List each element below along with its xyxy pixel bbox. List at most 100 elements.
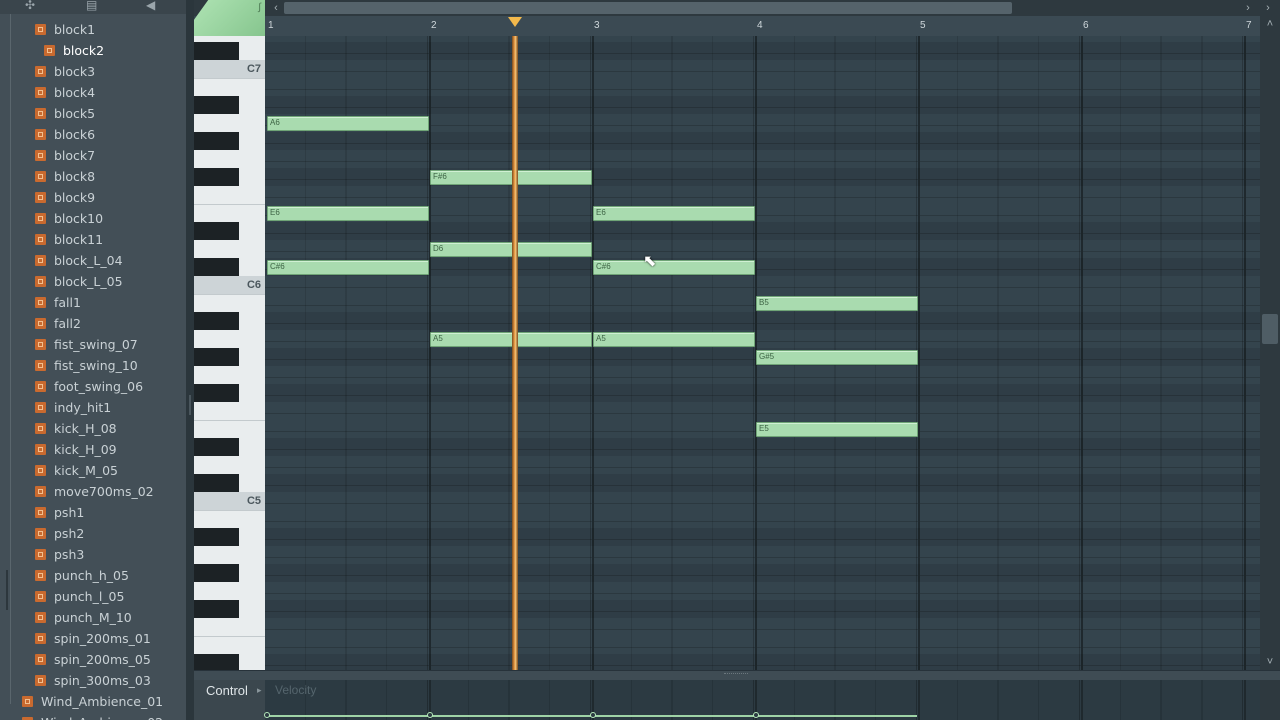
browser-item[interactable]: block_L_05 bbox=[35, 271, 123, 292]
control-arrow-icon[interactable]: ▸ bbox=[257, 685, 262, 696]
audio-clip-icon bbox=[35, 255, 46, 266]
browser-item[interactable]: psh2 bbox=[35, 523, 84, 544]
note[interactable]: G#5 bbox=[756, 350, 918, 365]
browser-item[interactable]: Wind_Ambience_02 bbox=[22, 712, 163, 720]
piano-keyboard[interactable]: C7 C6 C5 bbox=[194, 36, 265, 670]
black-key[interactable] bbox=[194, 96, 239, 114]
browser-item[interactable]: block3 bbox=[35, 61, 95, 82]
horizontal-scrollbar[interactable]: ‹ › › bbox=[194, 0, 1280, 16]
browser-toolbar: ✣ ▤ ◀ bbox=[0, 0, 186, 14]
browser-item[interactable]: indy_hit1 bbox=[35, 397, 111, 418]
vertical-scrollbar[interactable]: ˄ ˅ bbox=[1260, 16, 1280, 670]
note-label: G#5 bbox=[759, 352, 775, 361]
browser-item[interactable]: fall2 bbox=[35, 313, 81, 334]
scroll-down-icon[interactable]: ˅ bbox=[1260, 654, 1280, 670]
splitter-grip-icon[interactable] bbox=[724, 673, 748, 677]
browser-item[interactable]: block4 bbox=[35, 82, 95, 103]
note[interactable]: B5 bbox=[756, 296, 918, 311]
browser-item[interactable]: psh3 bbox=[35, 544, 84, 565]
black-key[interactable] bbox=[194, 222, 239, 240]
scroll-right-icon[interactable]: › bbox=[1240, 0, 1256, 16]
plugin-icon[interactable]: ✣ bbox=[25, 0, 35, 12]
tool-corner[interactable]: ∫ bbox=[194, 0, 265, 36]
black-key[interactable] bbox=[194, 312, 239, 330]
browser-item[interactable]: block6 bbox=[35, 124, 95, 145]
browser-item[interactable]: block11 bbox=[35, 229, 103, 250]
note-grid[interactable]: A6 E6 C#6 F#6 D6 A5 E6 C#6 A5 B5 G#5 E5 bbox=[265, 36, 1260, 670]
browser-item[interactable]: block1 bbox=[35, 19, 95, 40]
black-key-row bbox=[265, 564, 1260, 582]
velocity-handle[interactable] bbox=[753, 712, 759, 718]
browser-item[interactable]: punch_l_05 bbox=[35, 586, 124, 607]
browser-item[interactable]: block5 bbox=[35, 103, 95, 124]
horizontal-scroll-thumb[interactable] bbox=[284, 2, 1012, 14]
playhead-marker-icon[interactable] bbox=[507, 17, 522, 27]
black-key[interactable] bbox=[194, 384, 239, 402]
browser-item[interactable]: block2 bbox=[44, 40, 104, 61]
browser-item-label: block9 bbox=[54, 190, 96, 205]
audio-clip-icon bbox=[35, 486, 46, 497]
black-key[interactable] bbox=[194, 132, 239, 150]
note[interactable]: C#6 bbox=[593, 260, 755, 275]
black-key[interactable] bbox=[194, 528, 239, 546]
browser-item[interactable]: block8 bbox=[35, 166, 95, 187]
note[interactable]: E6 bbox=[593, 206, 755, 221]
browser-item[interactable]: spin_200ms_01 bbox=[35, 628, 151, 649]
black-key[interactable] bbox=[194, 348, 239, 366]
note[interactable]: E5 bbox=[756, 422, 918, 437]
browser-item[interactable]: fist_swing_10 bbox=[35, 355, 138, 376]
browser-item[interactable]: block_L_04 bbox=[35, 250, 123, 271]
browser-item[interactable]: fall1 bbox=[35, 292, 81, 313]
speaker-icon[interactable]: ◀ bbox=[146, 0, 155, 12]
bar-number: 6 bbox=[1083, 20, 1089, 31]
browser-item-label: Wind_Ambience_01 bbox=[41, 694, 164, 709]
browser-item[interactable]: move700ms_02 bbox=[35, 481, 154, 502]
black-key[interactable] bbox=[194, 438, 239, 456]
black-key[interactable] bbox=[194, 600, 239, 618]
black-key[interactable] bbox=[194, 564, 239, 582]
vertical-scroll-thumb[interactable] bbox=[1262, 314, 1278, 344]
note[interactable]: C#6 bbox=[267, 260, 429, 275]
browser-item[interactable]: punch_M_10 bbox=[35, 607, 132, 628]
browser-item[interactable]: spin_300ms_03 bbox=[35, 670, 151, 691]
browser-item[interactable]: psh1 bbox=[35, 502, 84, 523]
black-key[interactable] bbox=[194, 654, 239, 670]
black-key[interactable] bbox=[194, 42, 239, 60]
note-label: E5 bbox=[759, 424, 769, 433]
audio-clip-icon bbox=[35, 297, 46, 308]
scroll-end-icon[interactable]: › bbox=[1260, 0, 1276, 16]
scroll-left-icon[interactable]: ‹ bbox=[268, 0, 284, 16]
velocity-handle[interactable] bbox=[264, 712, 270, 718]
browser-item[interactable]: Wind_Ambience_01 bbox=[22, 691, 163, 712]
scroll-up-icon[interactable]: ˄ bbox=[1260, 16, 1280, 32]
velocity-handle[interactable] bbox=[427, 712, 433, 718]
black-key[interactable] bbox=[194, 474, 239, 492]
event-vertical-scrollbar[interactable] bbox=[1260, 680, 1280, 720]
note[interactable]: E6 bbox=[267, 206, 429, 221]
browser-item[interactable]: fist_swing_07 bbox=[35, 334, 138, 355]
note[interactable]: A5 bbox=[593, 332, 755, 347]
control-label[interactable]: Control bbox=[206, 683, 248, 698]
velocity-handle[interactable] bbox=[590, 712, 596, 718]
bar-line bbox=[1244, 680, 1246, 720]
black-key-row bbox=[265, 168, 1260, 186]
black-key[interactable] bbox=[194, 168, 239, 186]
velocity-event-area[interactable]: Velocity bbox=[264, 680, 1260, 720]
browser-item[interactable]: kick_M_05 bbox=[35, 460, 118, 481]
black-key[interactable] bbox=[194, 258, 239, 276]
browser-item[interactable]: punch_h_05 bbox=[35, 565, 129, 586]
file-icon[interactable]: ▤ bbox=[86, 0, 97, 12]
browser-splitter[interactable] bbox=[186, 0, 194, 720]
browser-item[interactable]: block9 bbox=[35, 187, 95, 208]
note[interactable]: A6 bbox=[267, 116, 429, 131]
browser-item-label: Wind_Ambience_02 bbox=[41, 715, 163, 720]
browser-item[interactable]: spin_200ms_05 bbox=[35, 649, 151, 670]
browser-item[interactable]: kick_H_08 bbox=[35, 418, 117, 439]
browser-item[interactable]: block10 bbox=[35, 208, 103, 229]
browser-item[interactable]: kick_H_09 bbox=[35, 439, 117, 460]
note-label: D6 bbox=[433, 244, 444, 253]
note-label: B5 bbox=[759, 298, 769, 307]
browser-item[interactable]: block7 bbox=[35, 145, 95, 166]
time-ruler[interactable]: 1 2 3 4 5 6 7 bbox=[265, 16, 1265, 37]
browser-item[interactable]: foot_swing_06 bbox=[35, 376, 143, 397]
